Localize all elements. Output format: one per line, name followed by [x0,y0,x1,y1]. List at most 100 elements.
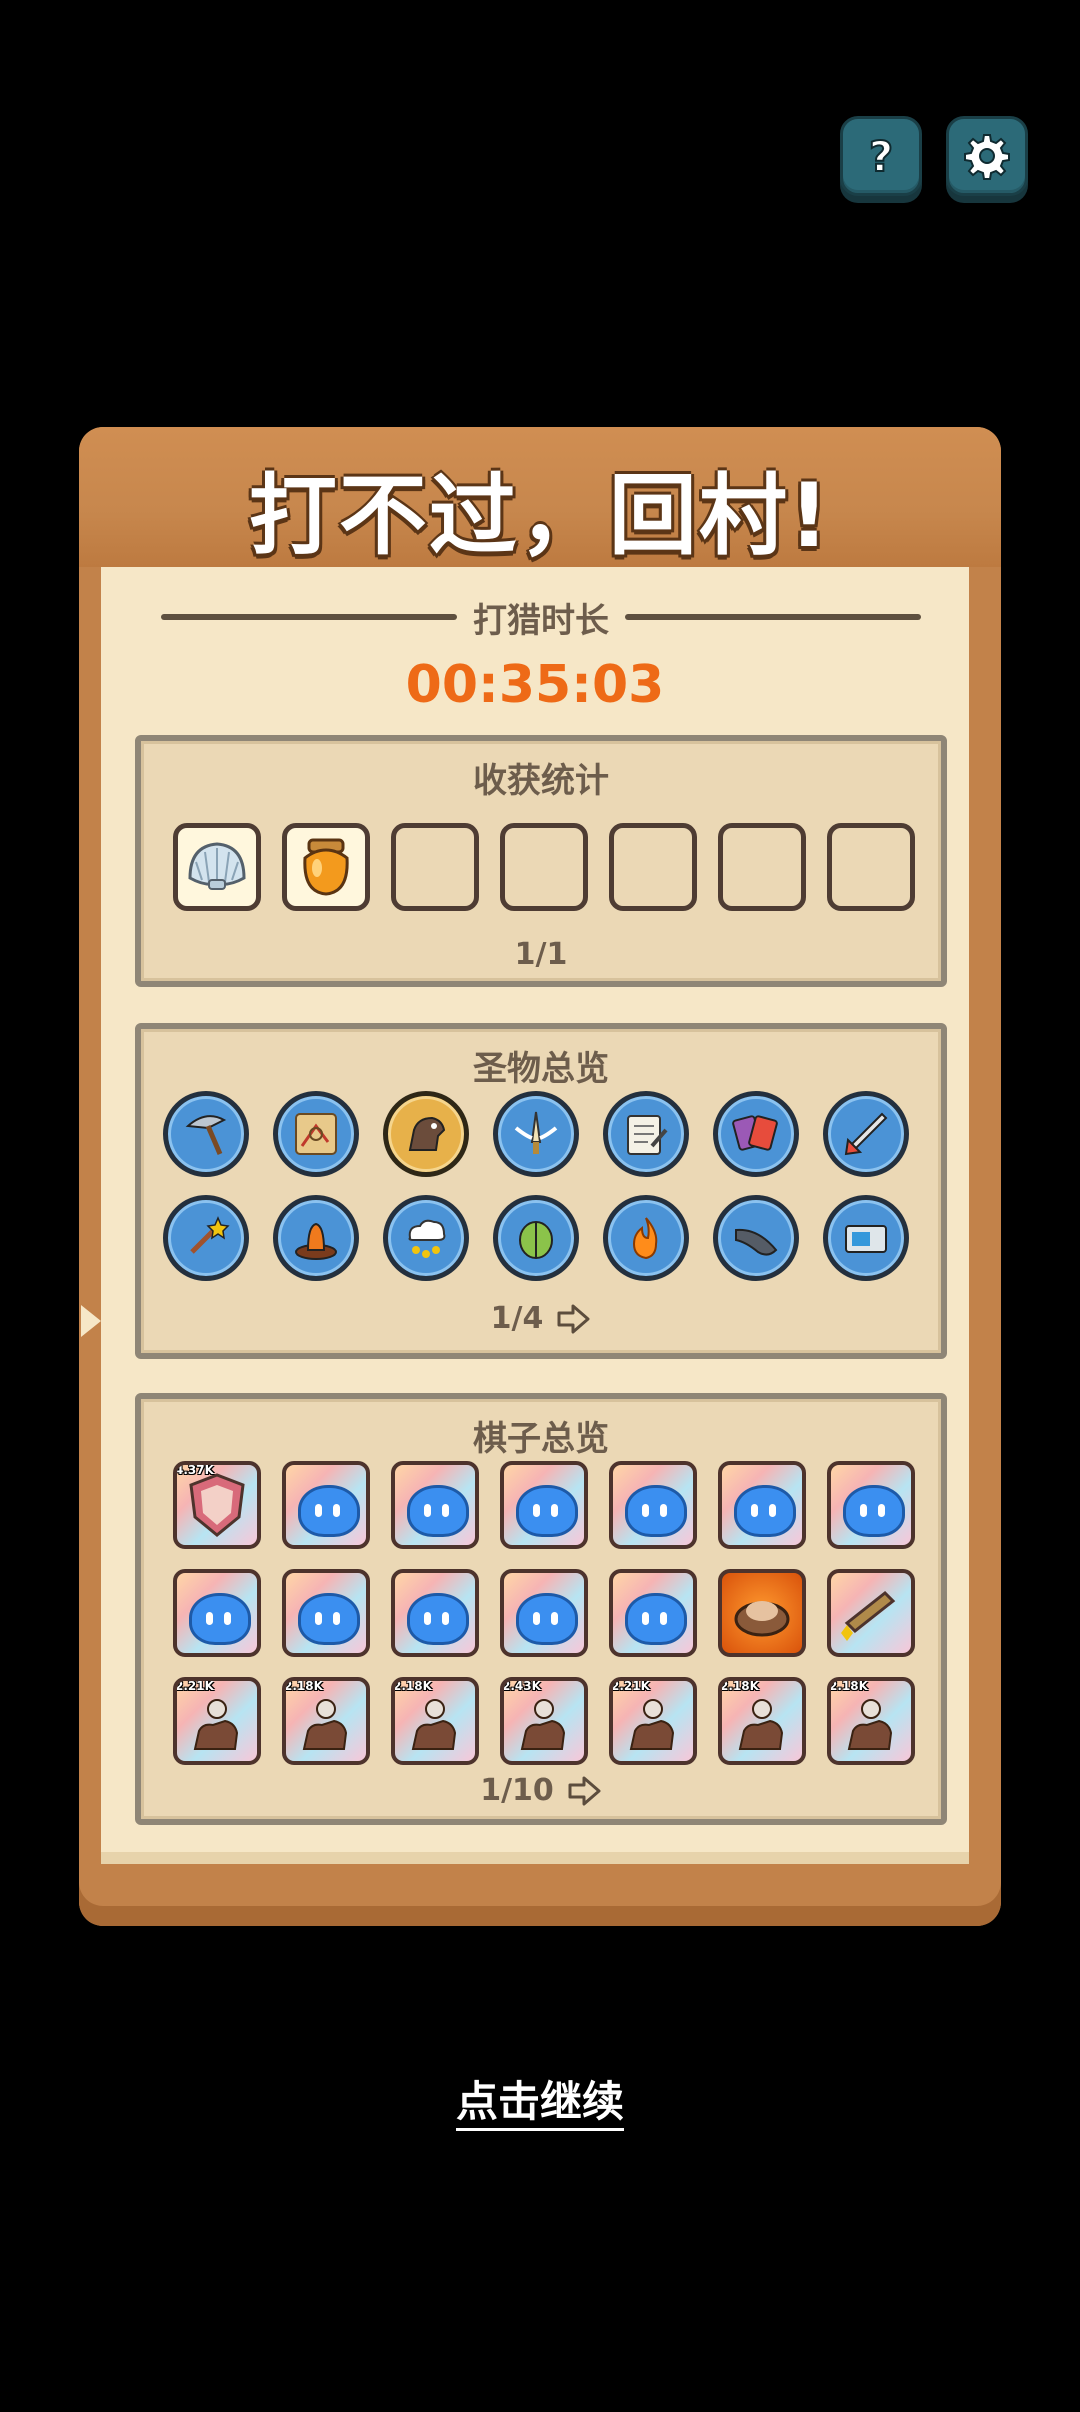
piece-overview-section: 棋子总览 4.37K 2.21K 2.18K 2.18K 2.43K 2.21K… [135,1393,947,1825]
question-icon: ? [868,131,894,181]
piece-blob[interactable] [609,1461,697,1549]
relic-horse[interactable] [383,1091,469,1177]
blob-slime [625,1480,687,1537]
defeat-panel: 打不过，回村! 打猎时长 00:35:03 收获统计 1/1 圣物总览 1/4 … [79,427,1001,1926]
next-page-arrow-icon[interactable] [566,1775,602,1807]
relic-winged-sword[interactable] [493,1091,579,1177]
piece-knight[interactable]: 2.18K [827,1677,915,1765]
piece-blob[interactable] [827,1461,915,1549]
blob-slime [189,1588,251,1645]
relic-magic-wand[interactable] [163,1195,249,1281]
relic-carrot[interactable] [273,1195,359,1281]
piece-blob[interactable] [282,1461,370,1549]
harvest-slot[interactable] [282,823,370,911]
rocket-sword-icon [844,1112,888,1156]
piece-blob[interactable] [500,1461,588,1549]
relic-fire[interactable] [603,1195,689,1281]
piece-blob[interactable] [391,1569,479,1657]
horse-icon [408,1116,446,1151]
continue-label[interactable]: 点击继续 [455,2077,624,2131]
knight-rider-icon [520,1699,566,1750]
divider [161,614,457,620]
carrot-icon [295,1222,337,1260]
hunt-duration-value: 00:35:03 [405,655,665,715]
harvest-title: 收获统计 [473,761,609,801]
help-button[interactable]: ? [840,116,922,196]
piece-knight[interactable]: 2.18K [282,1677,370,1765]
piece-knight[interactable]: 2.43K [500,1677,588,1765]
piece-blob[interactable] [718,1461,806,1549]
horn-icon [735,1228,778,1256]
piece-blob[interactable] [391,1461,479,1549]
beetle-icon [519,1221,553,1259]
piece-shield[interactable]: 4.37K [173,1461,261,1549]
svg-text:?: ? [869,132,893,181]
blob-slime [407,1480,469,1537]
piece-knight[interactable]: 2.21K [173,1677,261,1765]
settings-button[interactable] [946,116,1028,196]
sheet-notch [81,1305,101,1337]
piece-knight[interactable]: 2.18K [391,1677,479,1765]
piece-nest[interactable] [718,1569,806,1657]
radio-icon [845,1225,887,1253]
piece-badge: 2.21K [611,1679,650,1693]
piece-cannon[interactable] [827,1569,915,1657]
knight-rider-icon [847,1699,893,1750]
shield-icon [189,1473,245,1537]
blob-slime [516,1480,578,1537]
blob-slime [298,1480,360,1537]
scroll-icon [627,1115,668,1155]
harvest-slot[interactable] [173,823,261,911]
result-sheet: 打猎时长 00:35:03 收获统计 1/1 圣物总览 1/4 棋子总览 4.3… [81,567,969,1864]
map-icon [295,1113,337,1155]
piece-badge: 2.43K [502,1679,541,1693]
pickaxe-icon [185,1115,227,1155]
harvest-slot-empty[interactable] [391,823,479,911]
relic-overview-section: 圣物总览 1/4 [135,1023,947,1359]
nest-icon [734,1601,790,1637]
cards-icon [732,1115,778,1151]
piece-badge: 2.18K [284,1679,323,1693]
knight-rider-icon [629,1699,675,1750]
panel-title: 打不过，回村! [248,464,832,567]
piece-blob[interactable] [173,1569,261,1657]
relic-beetle[interactable] [493,1195,579,1281]
relic-horn[interactable] [713,1195,799,1281]
piece-badge: 2.18K [829,1679,868,1693]
harvest-slot-empty[interactable] [827,823,915,911]
piece-badge: 2.21K [175,1679,214,1693]
blob-slime [516,1588,578,1645]
magic-wand-icon [190,1216,230,1254]
relic-radio[interactable] [823,1195,909,1281]
relic-rocket-sword[interactable] [823,1091,909,1177]
relic-map[interactable] [273,1091,359,1177]
relic-scroll[interactable] [603,1091,689,1177]
relic-pickaxe[interactable] [163,1091,249,1177]
blob-slime [298,1588,360,1645]
hunt-duration-header: 打猎时长 [161,595,921,641]
shell-icon [188,842,246,890]
piece-blob[interactable] [500,1569,588,1657]
divider [625,614,921,620]
tap-to-continue[interactable]: 点击继续 [0,2068,1080,2131]
blob-slime [734,1480,796,1537]
piece-blob[interactable] [282,1569,370,1657]
piece-knight[interactable]: 2.18K [718,1677,806,1765]
harvest-slot-empty[interactable] [609,823,697,911]
relic-rain-cloud[interactable] [383,1195,469,1281]
cannon-icon [841,1590,896,1641]
harvest-slot-empty[interactable] [500,823,588,911]
piece-badge: 2.18K [720,1679,759,1693]
piece-knight[interactable]: 2.21K [609,1677,697,1765]
piece-badge: 4.37K [175,1463,214,1477]
relic-page-indicator: 1/4 [490,1301,544,1336]
next-page-arrow-icon[interactable] [555,1303,591,1335]
panel-notch [973,892,1001,948]
harvest-slot-empty[interactable] [718,823,806,911]
relic-pager: 1/4 [141,1301,941,1336]
blob-slime [407,1588,469,1645]
relic-cards[interactable] [713,1091,799,1177]
piece-blob[interactable] [609,1569,697,1657]
blob-slime [843,1480,905,1537]
honey-jar-icon [303,838,349,896]
